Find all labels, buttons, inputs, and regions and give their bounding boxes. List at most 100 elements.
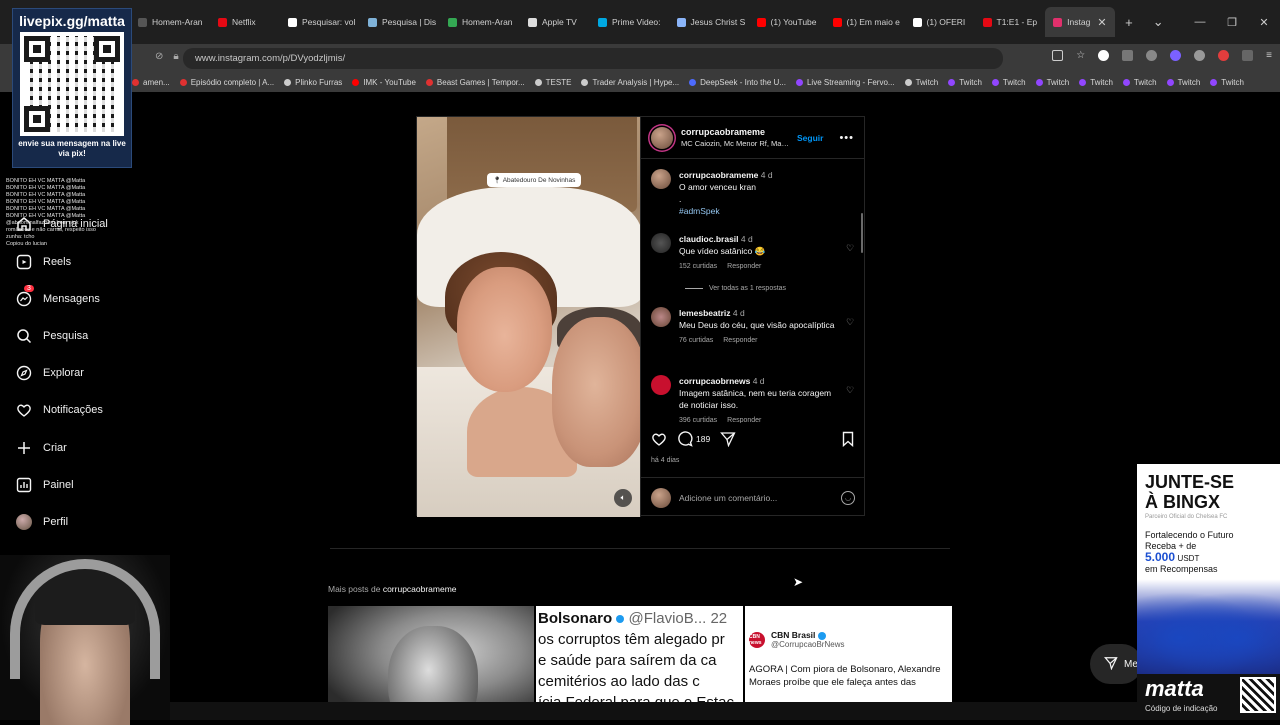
browser-tab[interactable]: Pesquisar: vol — [280, 7, 360, 37]
bookmark-item[interactable]: Trader Analysis | Hype... — [581, 78, 679, 87]
reply-button[interactable]: Responder — [727, 261, 761, 273]
more-options-icon[interactable]: ••• — [839, 132, 854, 144]
lock-icon[interactable]: 🔒︎ — [173, 51, 178, 62]
commenter-avatar[interactable] — [651, 375, 671, 395]
close-tab-icon[interactable]: ✕ — [1097, 16, 1106, 29]
tab-list-button[interactable]: ⌄ — [1143, 14, 1174, 30]
commenter-username[interactable]: corrupcaobrameme — [679, 170, 758, 180]
reply-button[interactable]: Responder — [723, 335, 757, 347]
bookmark-item[interactable]: Twitch — [1166, 78, 1200, 87]
extension-n-icon[interactable] — [1194, 50, 1206, 61]
tracking-icon[interactable]: ⊘ — [155, 51, 163, 62]
commenter-avatar[interactable] — [651, 233, 671, 253]
commenter-avatar[interactable] — [651, 307, 671, 327]
browser-tab[interactable]: (1) YouTube — [749, 7, 825, 37]
bookmark-item[interactable]: Live Streaming - Fervo... — [795, 77, 895, 87]
comment-like-heart-icon[interactable]: ♡ — [846, 385, 856, 395]
bookmark-icon[interactable] — [840, 431, 856, 447]
nav-search[interactable]: Pesquisa — [16, 328, 88, 344]
bookmark-item[interactable]: Twitch — [1122, 78, 1157, 87]
bookmark-item[interactable]: amen... — [132, 78, 170, 87]
star-icon[interactable]: ☆ — [1076, 50, 1085, 61]
comment-likes[interactable]: 396 curtidas — [679, 415, 717, 423]
extension-purple-icon[interactable] — [1170, 50, 1182, 61]
browser-tab[interactable]: Homem-Aran — [130, 7, 210, 37]
bookmark-item[interactable]: TESTE — [534, 78, 571, 87]
mute-button[interactable]: 🔈︎ — [614, 489, 632, 507]
nav-notifications[interactable]: Notificações — [16, 402, 103, 418]
comment-bubble-icon[interactable] — [677, 431, 693, 447]
follow-button[interactable]: Seguir — [797, 133, 823, 143]
commenter-username[interactable]: lemesbeatriz — [679, 308, 731, 318]
author-avatar[interactable] — [651, 126, 673, 149]
tab-favicon-icon — [912, 17, 922, 27]
bookmark-item[interactable]: Twitch — [948, 78, 982, 87]
comment-text: Que vídeo satânico 😂 — [679, 246, 766, 256]
maximize-button[interactable]: ❐ — [1216, 16, 1248, 29]
extension-off-icon[interactable] — [1242, 50, 1254, 61]
bookmark-item[interactable]: Beast Games | Tempor... — [425, 78, 525, 87]
comment-item: claudioc.brasil 4 d Que vídeo satânico 😂… — [651, 233, 856, 273]
minimize-button[interactable]: — — [1184, 16, 1216, 28]
extensions-icon[interactable] — [1122, 50, 1134, 61]
bookmark-item[interactable]: Twitch — [1035, 78, 1069, 87]
extension-shield-icon[interactable] — [1146, 50, 1158, 61]
commenter-avatar[interactable] — [651, 169, 671, 189]
messages-pill[interactable]: Me — [1090, 644, 1142, 684]
nav-explore[interactable]: Explorar — [16, 365, 84, 381]
author-username[interactable]: corrupcaobrameme — [681, 127, 789, 137]
bookmark-item[interactable]: Twitch — [991, 78, 1026, 87]
url-input[interactable]: www.instagram.com/p/DVyodzljmis/ — [183, 48, 1003, 69]
browser-tab[interactable]: T1:E1 - Ep — [975, 7, 1046, 37]
commenter-username[interactable]: corrupcaobrnews — [679, 376, 750, 386]
browser-tab[interactable]: (1) Em maio e — [825, 7, 905, 37]
bookmark-item[interactable]: IMK - YouTube — [352, 78, 416, 87]
emoji-icon[interactable]: ◡ — [841, 490, 855, 505]
nav-dashboard[interactable]: Painel — [16, 477, 74, 493]
comment-input[interactable]: Adicione um comentário... — [679, 493, 833, 503]
like-heart-icon[interactable] — [651, 431, 667, 447]
extension-abp-icon[interactable] — [1218, 50, 1230, 61]
comment-like-heart-icon[interactable]: ♡ — [846, 317, 856, 327]
bookmark-item[interactable]: DeepSeek - Into the U... — [689, 78, 786, 87]
bookmark-item[interactable]: Twitch — [904, 78, 938, 87]
bookmark-item[interactable]: Twitch — [1079, 78, 1113, 87]
bookmark-item[interactable]: Episódio completo | A... — [179, 78, 274, 87]
extension-g-icon[interactable] — [1098, 50, 1110, 61]
browser-tab[interactable]: Netflix — [210, 7, 280, 37]
audio-label[interactable]: MC Caiozin, Mc Menor Rf, Marvin... — [681, 139, 789, 148]
hashtag-link[interactable]: #admSpek — [679, 205, 856, 217]
nav-messages[interactable]: 3 Mensagens — [16, 285, 100, 307]
speaker-icon: 🔈︎ — [620, 493, 626, 502]
bookmark-label: Live Streaming - Fervo... — [806, 77, 895, 87]
bookmark-favicon-icon — [425, 78, 433, 86]
browser-tab[interactable]: Instag ✕ — [1045, 7, 1116, 37]
reply-button[interactable]: Responder — [727, 415, 761, 423]
browser-tab[interactable]: Homem-Aran — [440, 7, 520, 37]
nav-reels[interactable]: Reels — [16, 254, 71, 270]
browser-tab[interactable]: Apple TV — [520, 7, 590, 37]
view-replies-button[interactable]: Ver todas as 1 respostas — [685, 285, 786, 292]
browser-tab[interactable]: Jesus Christ S — [669, 7, 749, 37]
nav-profile[interactable]: Perfil — [16, 514, 68, 530]
bookmark-item[interactable]: Plinko Furras — [284, 78, 342, 87]
comment-likes[interactable]: 152 curtidas — [679, 261, 717, 273]
browser-tab[interactable]: Prime Video: — [590, 7, 669, 37]
mini-qr-icon — [1240, 677, 1276, 713]
nav-create[interactable]: Criar — [16, 440, 67, 456]
close-window-button[interactable]: ✕ — [1248, 16, 1280, 29]
comment-likes[interactable]: 76 curtidas — [679, 335, 713, 347]
more-posts-user[interactable]: corrupcaobrameme — [383, 584, 457, 594]
share-icon[interactable] — [720, 431, 736, 447]
sticker-label: Abatedouro De Novinhas — [502, 177, 576, 184]
menu-icon[interactable]: ≡ — [1266, 50, 1272, 61]
comments-scrollbar[interactable] — [861, 213, 863, 253]
comment-like-heart-icon[interactable]: ♡ — [846, 243, 856, 253]
post-media[interactable]: 📍︎ Abatedouro De Novinhas 🔈︎ — [417, 117, 640, 517]
browser-tab[interactable]: (1) OFERI — [905, 7, 975, 37]
bookmark-item[interactable]: Twitch — [1210, 78, 1244, 87]
new-tab-button[interactable]: + — [1115, 15, 1143, 30]
install-app-icon[interactable] — [1052, 50, 1064, 61]
commenter-username[interactable]: claudioc.brasil — [679, 234, 739, 244]
browser-tab[interactable]: Pesquisa | Dis — [360, 7, 440, 37]
